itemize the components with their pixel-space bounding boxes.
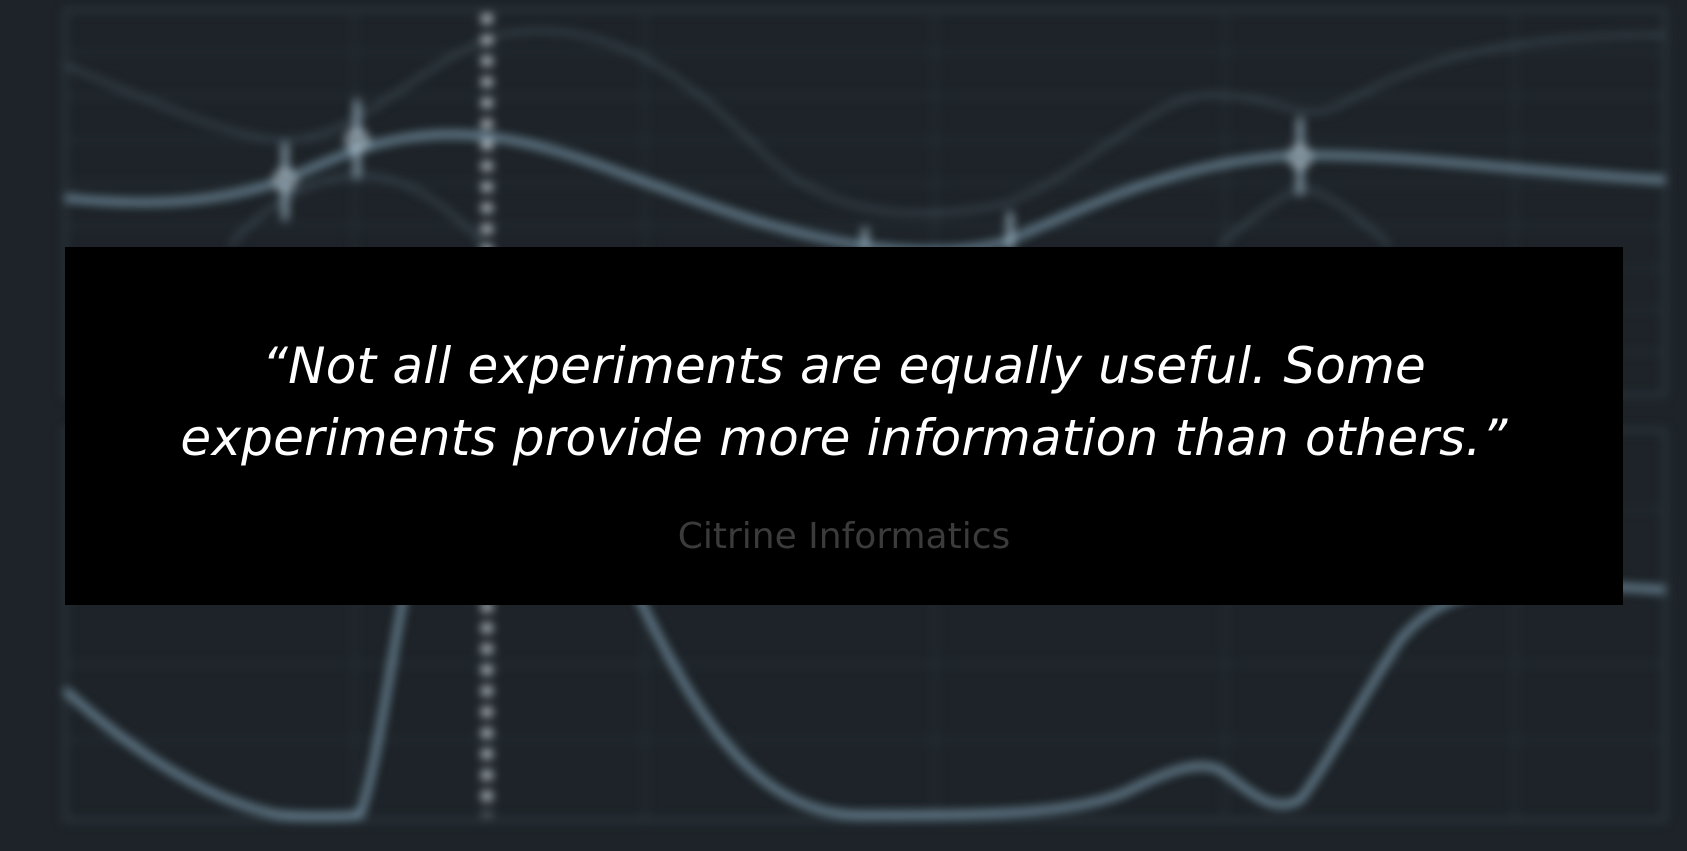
quote-card: “Not all experiments are equally useful.… xyxy=(65,247,1623,605)
error-bars xyxy=(282,100,1303,250)
quote-author: Citrine Informatics xyxy=(677,516,1011,557)
quote-text: “Not all experiments are equally useful.… xyxy=(180,337,1508,467)
upper-bound-curve xyxy=(64,29,1666,215)
page: “Not all experiments are equally useful.… xyxy=(0,0,1687,851)
lower-bound-curve-right xyxy=(1219,188,1391,247)
